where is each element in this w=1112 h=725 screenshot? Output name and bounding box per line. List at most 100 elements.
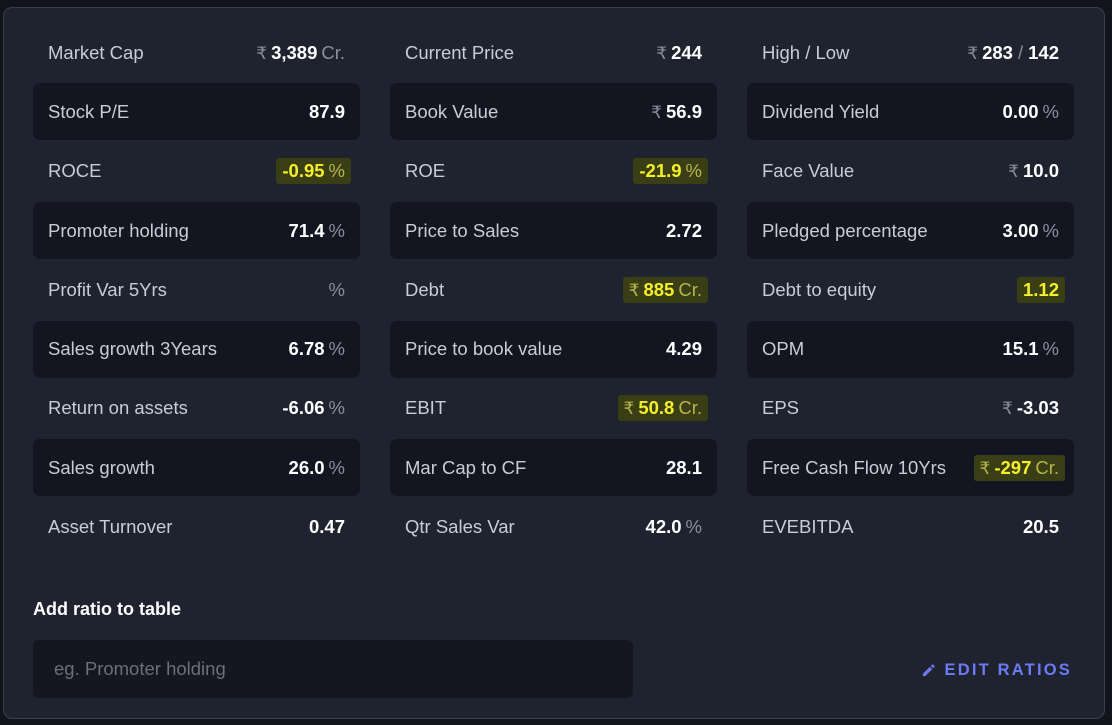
- ratio-number: 2.72: [665, 219, 702, 241]
- rupee-icon: ₹: [967, 43, 979, 63]
- ratio-name: Mar Cap to CF: [405, 456, 527, 478]
- ratio-item: Qtr Sales Var 42.0%: [390, 497, 717, 556]
- ratio-value: ₹10.0: [1008, 160, 1059, 182]
- ratio-value: ₹885 Cr.: [622, 276, 708, 303]
- ratio-number: 50.8: [638, 397, 675, 419]
- ratio-unit: %: [328, 219, 345, 241]
- ratio-number: 3.00: [1002, 219, 1039, 241]
- rupee-icon: ₹: [656, 43, 668, 63]
- ratio-name: Free Cash Flow 10Yrs: [762, 456, 947, 478]
- ratio-value: 71.4%: [289, 220, 345, 242]
- pencil-icon: [922, 664, 935, 677]
- rupee-icon: ₹: [256, 43, 268, 63]
- ratio-name: High / Low: [762, 41, 850, 63]
- ratio-name: Face Value: [762, 160, 855, 182]
- ratio-unit: %: [1042, 100, 1059, 122]
- ratio-unit: %: [1042, 338, 1059, 360]
- ratio-name: Current Price: [405, 41, 514, 63]
- add-ratio-input[interactable]: [52, 657, 614, 681]
- ratio-value: ₹ -297 Cr.: [973, 454, 1065, 481]
- ratio-value: ₹244: [656, 42, 702, 64]
- ratio-value: 26.0%: [289, 457, 345, 479]
- ratio-item: ROCE -0.95%: [33, 142, 360, 201]
- ratio-name: Price to Sales: [405, 219, 520, 241]
- ratio-unit: %: [328, 338, 345, 360]
- ratio-name: EVEBITDA: [762, 516, 854, 538]
- ratio-item: EPS ₹ -3.03: [747, 379, 1074, 438]
- ratio-number: 0.00: [1002, 100, 1039, 122]
- ratio-value: 28.1: [666, 457, 702, 479]
- ratio-unit: %: [685, 516, 702, 538]
- ratio-value: 4.29: [666, 338, 702, 360]
- edit-ratios-button[interactable]: EDIT RATIOS: [921, 661, 1072, 680]
- add-ratio-search[interactable]: [33, 640, 633, 698]
- ratio-item: Market Cap ₹3,389 Cr.: [33, 23, 360, 82]
- ratio-item: Price to Sales 2.72: [390, 202, 717, 260]
- ratio-name: ROCE: [48, 160, 102, 182]
- ratio-unit: %: [1042, 219, 1059, 241]
- rupee-icon: ₹: [979, 458, 991, 478]
- ratio-number: 10.0: [1022, 160, 1059, 182]
- ratio-unit: %: [328, 278, 345, 300]
- ratio-item: Mar Cap to CF 28.1: [390, 439, 717, 497]
- ratio-name: Profit Var 5Yrs: [48, 278, 167, 300]
- ratio-number: 71.4: [288, 219, 325, 241]
- ratio-name: Return on assets: [48, 397, 188, 419]
- ratio-item: Debt ₹885 Cr.: [390, 260, 717, 319]
- ratio-value: 6.78%: [289, 338, 345, 360]
- ratio-unit: %: [685, 160, 702, 182]
- ratio-number: 87.9: [308, 100, 345, 122]
- ratio-number: 1.12: [1022, 278, 1059, 300]
- ratio-item: Debt to equity 1.12: [747, 260, 1074, 319]
- ratio-item: Sales growth 26.0%: [33, 439, 360, 497]
- ratio-item: OPM 15.1%: [747, 320, 1074, 378]
- ratio-item: Sales growth 3Years 6.78%: [33, 320, 360, 378]
- ratio-item: EBIT ₹50.8 Cr.: [390, 379, 717, 438]
- rupee-icon: ₹: [1008, 162, 1019, 182]
- ratio-unit: %: [328, 397, 345, 419]
- ratio-number: 26.0: [288, 456, 325, 478]
- add-ratio-label: Add ratio to table: [33, 599, 181, 619]
- ratio-item: Return on assets -6.06%: [33, 379, 360, 438]
- ratio-value: -21.9%: [633, 158, 708, 185]
- ratio-item: Face Value ₹10.0: [747, 142, 1074, 201]
- ratio-number: -297: [994, 456, 1032, 478]
- ratio-number: 4.29: [665, 338, 702, 360]
- ratio-value: 3.00%: [1003, 220, 1059, 242]
- ratio-unit: Cr.: [1035, 456, 1059, 478]
- ratio-name: Book Value: [405, 100, 499, 122]
- ratios-grid: Market Cap ₹3,389 Cr. Current Price ₹244 High…: [33, 23, 1075, 557]
- ratio-name: Promoter holding: [48, 219, 189, 241]
- ratio-number: 142: [1028, 41, 1059, 63]
- ratio-item: Current Price ₹244: [390, 23, 717, 82]
- ratio-name: Debt: [405, 278, 445, 300]
- ratio-unit: %: [328, 160, 345, 182]
- ratio-item: Book Value ₹56.9: [390, 83, 717, 141]
- value-separator: /: [1017, 41, 1024, 63]
- ratio-item: Asset Turnover 0.47: [33, 497, 360, 556]
- ratio-value: -6.06%: [282, 397, 345, 419]
- ratio-item: Price to book value 4.29: [390, 320, 717, 378]
- ratio-number: 42.0: [645, 516, 682, 538]
- ratio-name: Stock P/E: [48, 100, 130, 122]
- ratio-unit: Cr.: [321, 41, 345, 63]
- ratio-name: Debt to equity: [762, 278, 877, 300]
- ratio-number: -0.95: [282, 160, 325, 182]
- ratio-number: 244: [671, 41, 702, 63]
- ratio-value: 20.5: [1023, 516, 1059, 538]
- ratio-value: 42.0%: [646, 516, 702, 538]
- ratio-item: Profit Var 5Yrs%: [33, 260, 360, 319]
- ratio-name: Pledged percentage: [762, 219, 928, 241]
- ratio-name: ROE: [405, 160, 446, 182]
- ratio-number: 283: [982, 41, 1013, 63]
- ratio-number: 56.9: [665, 100, 702, 122]
- ratio-number: 6.78: [288, 338, 325, 360]
- ratio-number: 885: [643, 278, 675, 300]
- ratio-value: ₹50.8 Cr.: [617, 395, 708, 422]
- ratio-number: 0.47: [308, 516, 345, 538]
- ratio-item: Promoter holding 71.4%: [33, 202, 360, 260]
- ratio-name: Price to book value: [405, 338, 563, 360]
- ratio-number: 20.5: [1022, 516, 1059, 538]
- ratio-name: Qtr Sales Var: [405, 516, 515, 538]
- ratio-item: High / Low ₹283/142: [747, 23, 1074, 82]
